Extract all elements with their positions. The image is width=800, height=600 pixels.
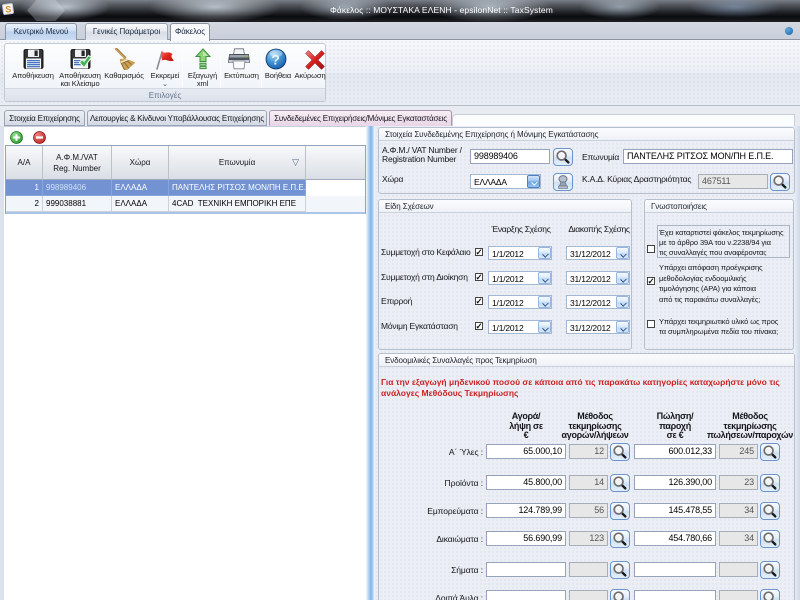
svg-text:S: S <box>5 5 11 15</box>
svg-text:?: ? <box>271 52 279 68</box>
